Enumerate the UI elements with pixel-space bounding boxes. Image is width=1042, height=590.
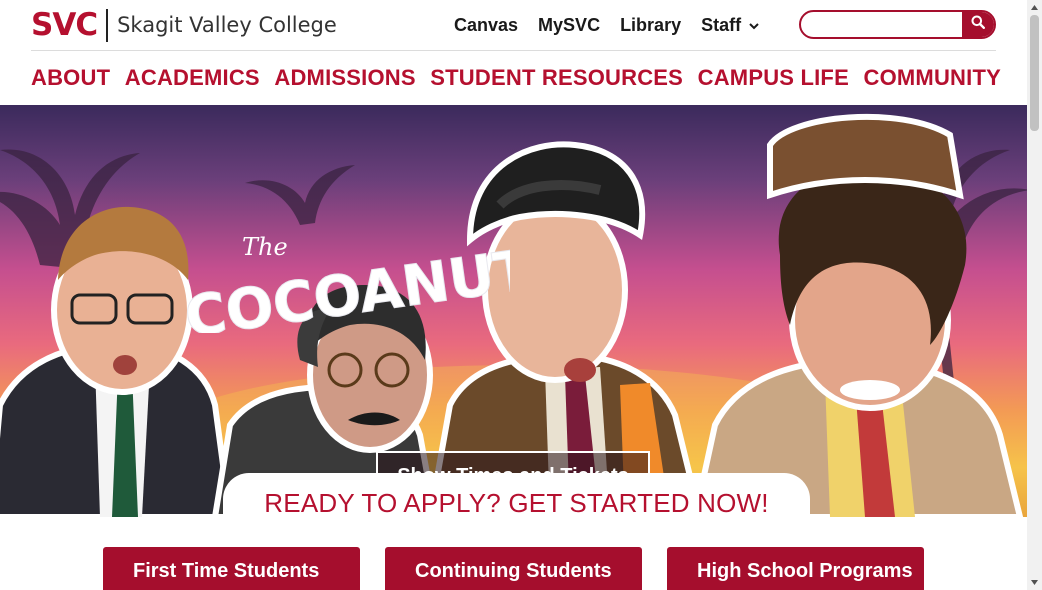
utility-link-label: Staff <box>701 15 742 35</box>
scroll-down-arrow-icon[interactable] <box>1027 575 1042 590</box>
logo-divider <box>106 8 109 42</box>
utility-link-staff[interactable]: Staff <box>701 13 759 37</box>
nav-campus-life[interactable]: CAMPUS LIFE <box>698 62 849 94</box>
scrollbar-thumb[interactable] <box>1030 15 1039 131</box>
nav-student-resources[interactable]: STUDENT RESOURCES <box>430 62 683 94</box>
continuing-students-button[interactable]: Continuing Students <box>385 547 642 590</box>
nav-community[interactable]: COMMUNITY <box>864 62 1001 94</box>
search-box <box>799 10 996 39</box>
utility-link-label: Library <box>620 15 682 35</box>
show-title-graphic: The COCOANUTS <box>180 231 510 333</box>
main-nav: ABOUT ACADEMICS ADMISSIONS STUDENT RESOU… <box>31 62 1001 94</box>
page-scrollbar[interactable] <box>1027 0 1042 590</box>
utility-link-label: MySVC <box>538 15 601 35</box>
search-button[interactable] <box>962 12 994 37</box>
search-icon <box>971 15 985 34</box>
show-title-large: COCOANUTS <box>181 232 510 333</box>
utility-link-label: Canvas <box>454 15 519 35</box>
utility-link-canvas[interactable]: Canvas <box>454 13 518 37</box>
nav-academics[interactable]: ACADEMICS <box>125 62 260 94</box>
header-divider <box>31 50 996 51</box>
logo-college-name: Skagit Valley College <box>117 13 337 37</box>
hero-banner: The COCOANUTS Show Times and Tickets <box>0 105 1027 517</box>
search-input[interactable] <box>811 15 965 37</box>
nav-about[interactable]: ABOUT <box>31 62 110 94</box>
first-time-students-button[interactable]: First Time Students <box>103 547 360 590</box>
chevron-down-icon <box>749 14 759 38</box>
page: SVC Skagit Valley College Canvas MySVC L… <box>0 0 1027 590</box>
site-header: SVC Skagit Valley College Canvas MySVC L… <box>0 0 1027 50</box>
scroll-up-arrow-icon[interactable] <box>1027 0 1042 15</box>
nav-admissions[interactable]: ADMISSIONS <box>274 62 415 94</box>
utility-nav: Canvas MySVC Library Staff <box>454 13 779 37</box>
logo-abbreviation: SVC <box>31 7 98 43</box>
utility-link-library[interactable]: Library <box>620 13 681 37</box>
svc-logo[interactable]: SVC Skagit Valley College <box>31 8 337 42</box>
apply-banner-link[interactable]: READY TO APPLY? GET STARTED NOW! <box>223 486 810 520</box>
show-title-small: The <box>242 233 288 261</box>
high-school-programs-button[interactable]: High School Programs <box>667 547 924 590</box>
utility-link-mysvc[interactable]: MySVC <box>538 13 600 37</box>
